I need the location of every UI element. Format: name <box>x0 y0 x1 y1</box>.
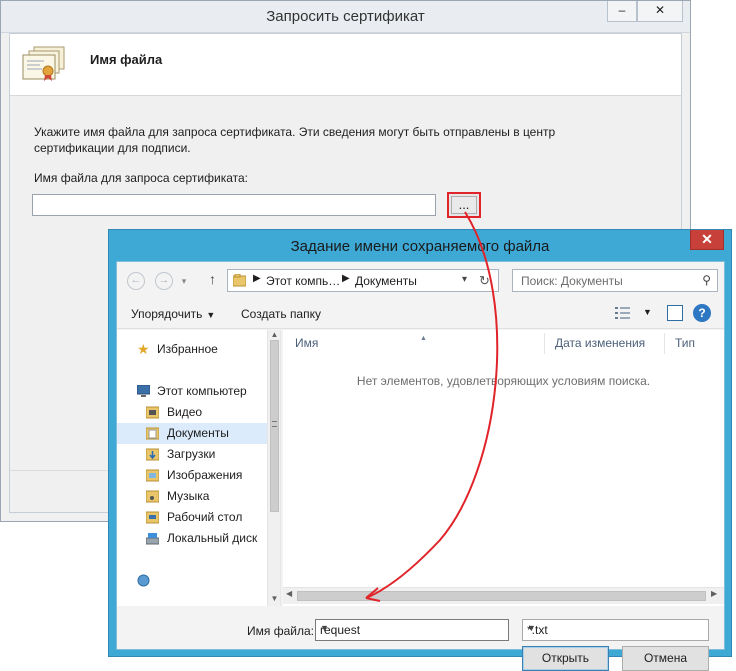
column-label: Имя <box>295 336 319 350</box>
chevron-down-icon: ▾ <box>181 276 187 286</box>
change-view-icon[interactable] <box>615 306 631 320</box>
save-dialog-client: ← → ▾ ↑ ▶ Этот компь… ▶ Документы ▾ ↻ По… <box>116 261 725 671</box>
scroll-left-icon[interactable]: ◀ <box>286 589 292 598</box>
breadcrumb-separator-icon: ▶ <box>253 273 261 284</box>
computer-icon <box>137 385 150 397</box>
up-arrow-icon: ↑ <box>209 271 216 287</box>
breadcrumb-documents[interactable]: Документы <box>355 274 417 288</box>
disk-icon <box>146 533 159 545</box>
column-label: Тип <box>675 336 696 350</box>
organize-button[interactable]: Упорядочить ▼ <box>131 307 215 321</box>
refresh-icon[interactable]: ↻ <box>479 273 490 289</box>
help-icon[interactable]: ? <box>693 304 711 322</box>
video-folder-icon <box>146 406 159 419</box>
h-scroll-thumb[interactable] <box>297 591 706 601</box>
search-placeholder: Поиск: Документы <box>521 274 623 288</box>
save-dialog-close-button[interactable]: ✕ <box>690 230 724 250</box>
minimize-button[interactable]: – <box>607 1 637 22</box>
filename-field-label: Имя файла для запроса сертификата: <box>34 171 248 185</box>
documents-folder-icon <box>146 427 159 440</box>
up-folder-button[interactable]: ↑ <box>209 271 216 287</box>
nav-item-network[interactable] <box>117 570 267 591</box>
file-type-select[interactable]: *.txt ▼ <box>522 619 709 641</box>
scroll-grip-icon <box>272 421 277 427</box>
nav-item-music[interactable]: Музыка <box>117 486 267 507</box>
empty-list-message: Нет элементов, удовлетворяющих условиям … <box>356 374 651 388</box>
downloads-folder-icon <box>146 448 159 461</box>
nav-label: Избранное <box>157 342 218 356</box>
nav-item-favorites[interactable]: ★ Избранное <box>117 339 267 360</box>
filename-label: Имя файла: <box>247 624 314 638</box>
nav-label: Рабочий стол <box>167 510 243 524</box>
search-box[interactable]: Поиск: Документы ⚲ <box>512 269 718 292</box>
nav-item-local-disk[interactable]: Локальный диск <box>117 528 267 549</box>
nav-label: Загрузки <box>167 447 216 461</box>
nav-pane-scrollbar[interactable]: ▲ ▼ <box>267 330 280 606</box>
certificate-icon <box>22 46 65 81</box>
wizard-step-title: Имя файла <box>90 52 163 67</box>
nav-item-documents[interactable]: Документы <box>117 423 267 444</box>
window-title: Запросить сертификат <box>266 8 425 25</box>
chevron-down-icon[interactable]: ▼ <box>320 623 504 633</box>
save-file-dialog: Задание имени сохраняемого файла ✕ ← → ▾… <box>108 229 732 671</box>
command-toolbar: Упорядочить ▼ Создать папку ▼ ? <box>117 299 724 329</box>
navigation-pane: ★ Избранное Этот компьютер Видео Докумен… <box>117 330 281 606</box>
scroll-down-icon[interactable]: ▼ <box>268 594 280 603</box>
nav-label: Видео <box>167 405 203 419</box>
nav-item-pictures[interactable]: Изображения <box>117 465 267 486</box>
column-header-type[interactable]: Тип <box>665 333 724 354</box>
address-dropdown-icon[interactable]: ▾ <box>462 274 467 285</box>
wizard-header: Имя файла <box>10 34 681 96</box>
back-arrow-icon: ← <box>130 274 142 286</box>
nav-item-downloads[interactable]: Загрузки <box>117 444 267 465</box>
forward-button[interactable]: → <box>155 272 173 290</box>
file-list: ▲ Имя Дата изменения Тип Нет элементов, … <box>283 330 724 606</box>
description-text: Укажите имя файла для запроса сертификат… <box>34 125 556 155</box>
filename-input[interactable]: request ▼ <box>315 619 509 641</box>
folder-icon <box>233 274 246 287</box>
breadcrumb-this-pc[interactable]: Этот компь… <box>266 274 340 288</box>
column-header-date[interactable]: Дата изменения <box>545 333 665 354</box>
title-bar: Запросить сертификат – ✕ <box>1 1 690 33</box>
browse-button-label: ... <box>451 196 477 214</box>
organize-label: Упорядочить <box>131 307 203 321</box>
nav-label: Документы <box>167 426 229 440</box>
scroll-up-icon[interactable]: ▲ <box>268 330 280 339</box>
nav-item-desktop[interactable]: Рабочий стол <box>117 507 267 528</box>
close-button[interactable]: ✕ <box>637 1 683 22</box>
forward-arrow-icon: → <box>158 274 170 286</box>
certificate-filename-input[interactable] <box>32 194 436 216</box>
music-folder-icon <box>146 490 159 503</box>
view-options-dropdown-icon[interactable]: ▼ <box>643 307 652 317</box>
scroll-right-icon[interactable]: ▶ <box>711 589 717 598</box>
nav-label: Музыка <box>167 489 210 503</box>
chevron-down-icon: ▼ <box>206 310 216 320</box>
column-header-name[interactable]: ▲ Имя <box>283 333 545 354</box>
recent-locations-button[interactable]: ▾ <box>178 272 190 290</box>
search-icon: ⚲ <box>702 273 711 287</box>
chevron-down-icon[interactable]: ▼ <box>527 623 704 633</box>
nav-label: Локальный диск <box>167 531 258 545</box>
nav-label: Этот компьютер <box>157 384 247 398</box>
network-icon <box>137 574 150 587</box>
save-dialog-title: Задание имени сохраняемого файла <box>290 238 550 255</box>
nav-item-this-pc[interactable]: Этот компьютер <box>117 381 267 402</box>
browse-button[interactable]: ... <box>447 192 481 218</box>
file-list-h-scrollbar[interactable]: ◀ ▶ <box>283 587 724 604</box>
star-icon: ★ <box>137 341 150 357</box>
sort-ascending-icon: ▲ <box>420 335 427 342</box>
column-label: Дата изменения <box>555 336 646 350</box>
preview-pane-icon[interactable] <box>667 305 683 321</box>
nav-item-video[interactable]: Видео <box>117 402 267 423</box>
back-button[interactable]: ← <box>127 272 145 290</box>
nav-label: Изображения <box>167 468 243 482</box>
new-folder-button[interactable]: Создать папку <box>241 307 321 321</box>
pictures-folder-icon <box>146 469 159 482</box>
breadcrumb-separator-icon: ▶ <box>342 273 350 284</box>
desktop-folder-icon <box>146 511 159 524</box>
address-bar[interactable]: ▶ Этот компь… ▶ Документы ▾ ↻ <box>227 269 499 292</box>
